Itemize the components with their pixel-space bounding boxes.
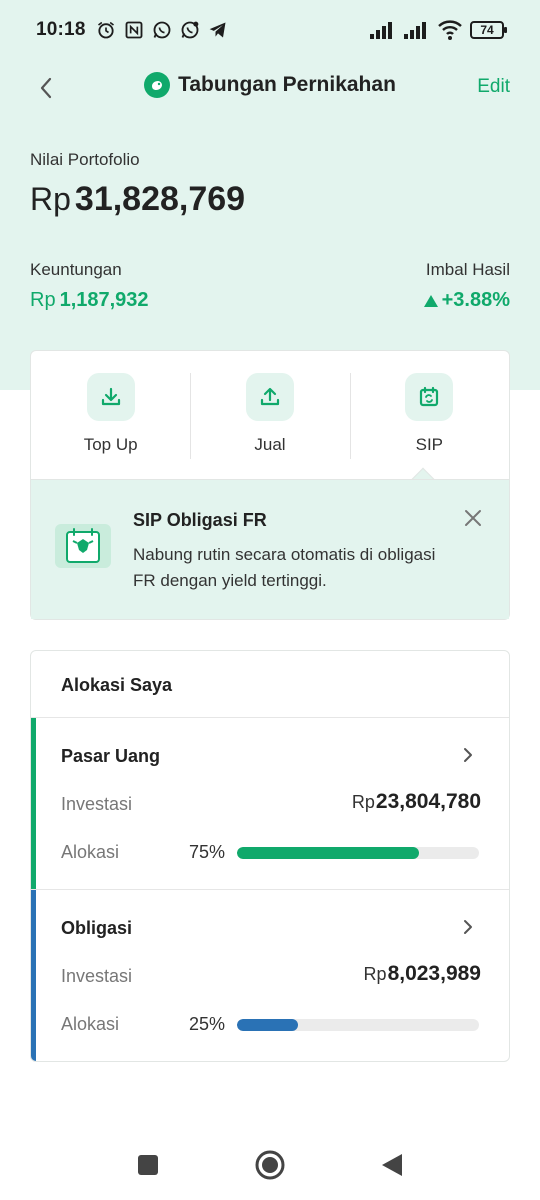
return-value: +3.88%	[423, 289, 510, 312]
portfolio-label: Nilai Portofolio	[30, 150, 140, 169]
top-up-button[interactable]: Top Up	[31, 351, 190, 479]
action-row: Top Up Jual SIP	[31, 351, 509, 479]
allocation-card: Alokasi Saya Pasar Uang Investasi Rp 23,…	[30, 650, 510, 1062]
telegram-icon	[209, 22, 226, 38]
portfolio-currency: Rp	[30, 181, 71, 217]
alarm-icon	[97, 21, 114, 39]
battery-level: 74	[480, 23, 494, 37]
circle-icon	[255, 1150, 285, 1180]
sip-banner[interactable]: SIP Obligasi FR Nabung rutin secara otom…	[31, 479, 509, 619]
triangle-up-icon	[423, 294, 438, 307]
allocation-item-money-market[interactable]: Pasar Uang Investasi Rp 23,804,780 Aloka…	[31, 717, 509, 889]
allocation-label: Alokasi	[61, 842, 120, 862]
allocation-percent: 75%	[189, 842, 226, 862]
section-name: Obligasi	[61, 918, 133, 938]
section-name: Pasar Uang	[61, 746, 161, 766]
upload-icon	[245, 373, 294, 421]
signal-icon	[404, 22, 426, 39]
notification-icons	[96, 20, 228, 40]
investment-label: Investasi	[61, 794, 133, 814]
allocation-label: Alokasi	[61, 1014, 120, 1034]
allocation-title: Alokasi Saya	[61, 675, 173, 695]
home-button[interactable]	[254, 1149, 286, 1181]
return-label: Imbal Hasil	[425, 260, 510, 279]
page-title: Tabungan Pernikahan	[178, 73, 396, 96]
allocation-progress-fill	[237, 1019, 298, 1031]
portfolio-value: Rp 31,828,769	[30, 180, 245, 219]
square-icon	[138, 1155, 158, 1175]
allocation-progress-bar	[237, 1019, 479, 1031]
investment-currency: Rp	[363, 964, 387, 984]
investment-value: Rp 23,804,780	[352, 790, 481, 814]
whatsapp-business-icon	[181, 21, 199, 39]
goal-logo-icon	[144, 72, 171, 98]
top-up-label: Top Up	[83, 435, 138, 454]
investment-amount: 8,023,989	[387, 962, 481, 985]
download-icon	[86, 373, 135, 421]
chevron-right-icon	[464, 748, 472, 762]
status-time: 10:18	[36, 19, 86, 40]
triangle-left-icon	[382, 1154, 402, 1176]
garuda-calendar-icon	[55, 524, 111, 568]
investment-value: Rp 8,023,989	[364, 962, 481, 986]
close-icon[interactable]	[463, 508, 483, 528]
gain-label: Keuntungan	[30, 260, 122, 279]
system-nav-bar	[0, 1130, 540, 1200]
app-header: Tabungan Pernikahan Edit	[0, 60, 540, 116]
return-amount: +3.88%	[441, 289, 510, 311]
allocation-progress-bar	[237, 847, 479, 859]
battery-icon: 74	[470, 21, 507, 39]
sip-label: SIP	[415, 435, 444, 454]
gain-currency: Rp	[30, 289, 56, 311]
portfolio-amount: 31,828,769	[74, 180, 246, 218]
whatsapp-icon	[153, 21, 171, 39]
wifi-icon	[438, 20, 462, 40]
allocation-percent: 25%	[189, 1014, 226, 1034]
status-right: 74	[370, 20, 507, 40]
signal-icon	[370, 22, 392, 39]
nfc-icon	[125, 21, 143, 39]
investment-currency: Rp	[351, 792, 375, 812]
chevron-right-icon	[464, 920, 472, 934]
investment-label: Investasi	[61, 966, 133, 986]
page-title-wrap: Tabungan Pernikahan	[0, 72, 540, 98]
sell-button[interactable]: Jual	[190, 351, 349, 479]
calendar-refresh-icon	[405, 373, 454, 421]
sip-button[interactable]: SIP	[349, 351, 509, 479]
back-nav-button[interactable]	[376, 1149, 408, 1181]
sip-banner-title: SIP Obligasi FR	[133, 510, 267, 530]
gain-value: Rp 1,187,932	[30, 289, 149, 312]
edit-button[interactable]: Edit	[477, 76, 510, 98]
sell-label: Jual	[254, 435, 286, 454]
sip-banner-description: Nabung rutin secara otomatis di obligasi…	[133, 545, 436, 590]
allocation-progress-fill	[237, 847, 419, 859]
investment-amount: 23,804,780	[375, 790, 481, 813]
allocation-item-bonds[interactable]: Obligasi Investasi Rp 8,023,989 Alokasi …	[31, 889, 509, 1061]
accent-bar	[31, 718, 36, 889]
gain-amount: 1,187,932	[59, 289, 149, 311]
recents-button[interactable]	[132, 1149, 164, 1181]
status-bar: 10:18 74	[0, 0, 540, 60]
action-card: Top Up Jual SIP SIP Obligasi FR Nabung r…	[30, 350, 510, 620]
accent-bar	[31, 890, 36, 1061]
